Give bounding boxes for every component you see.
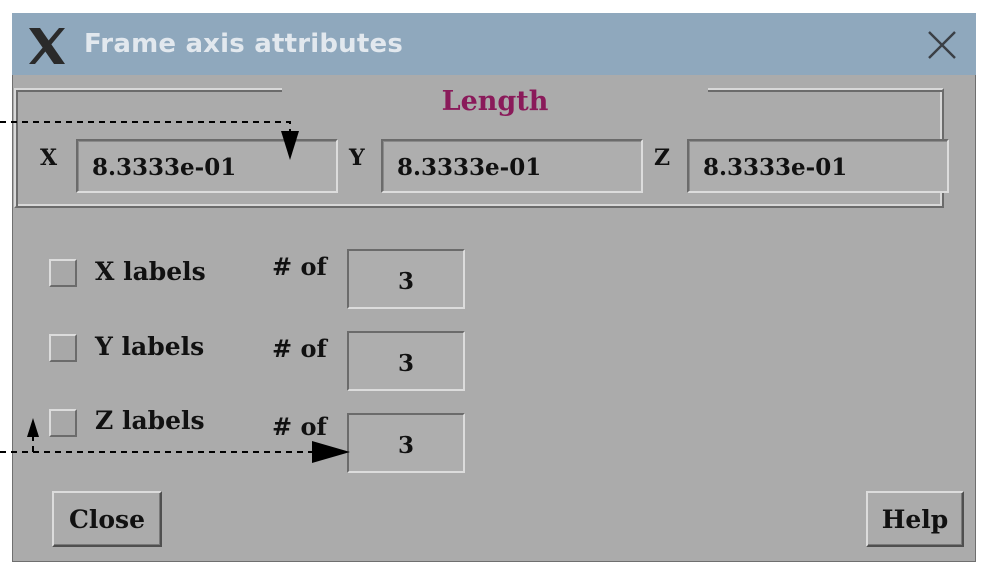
callout-arrows [0, 121, 350, 463]
x-length-callout-line [0, 121, 291, 140]
z-count-callout-arrowhead [312, 441, 350, 463]
x-length-callout-arrowhead [281, 131, 299, 160]
z-labels-callout-arrowhead-up [27, 418, 39, 437]
